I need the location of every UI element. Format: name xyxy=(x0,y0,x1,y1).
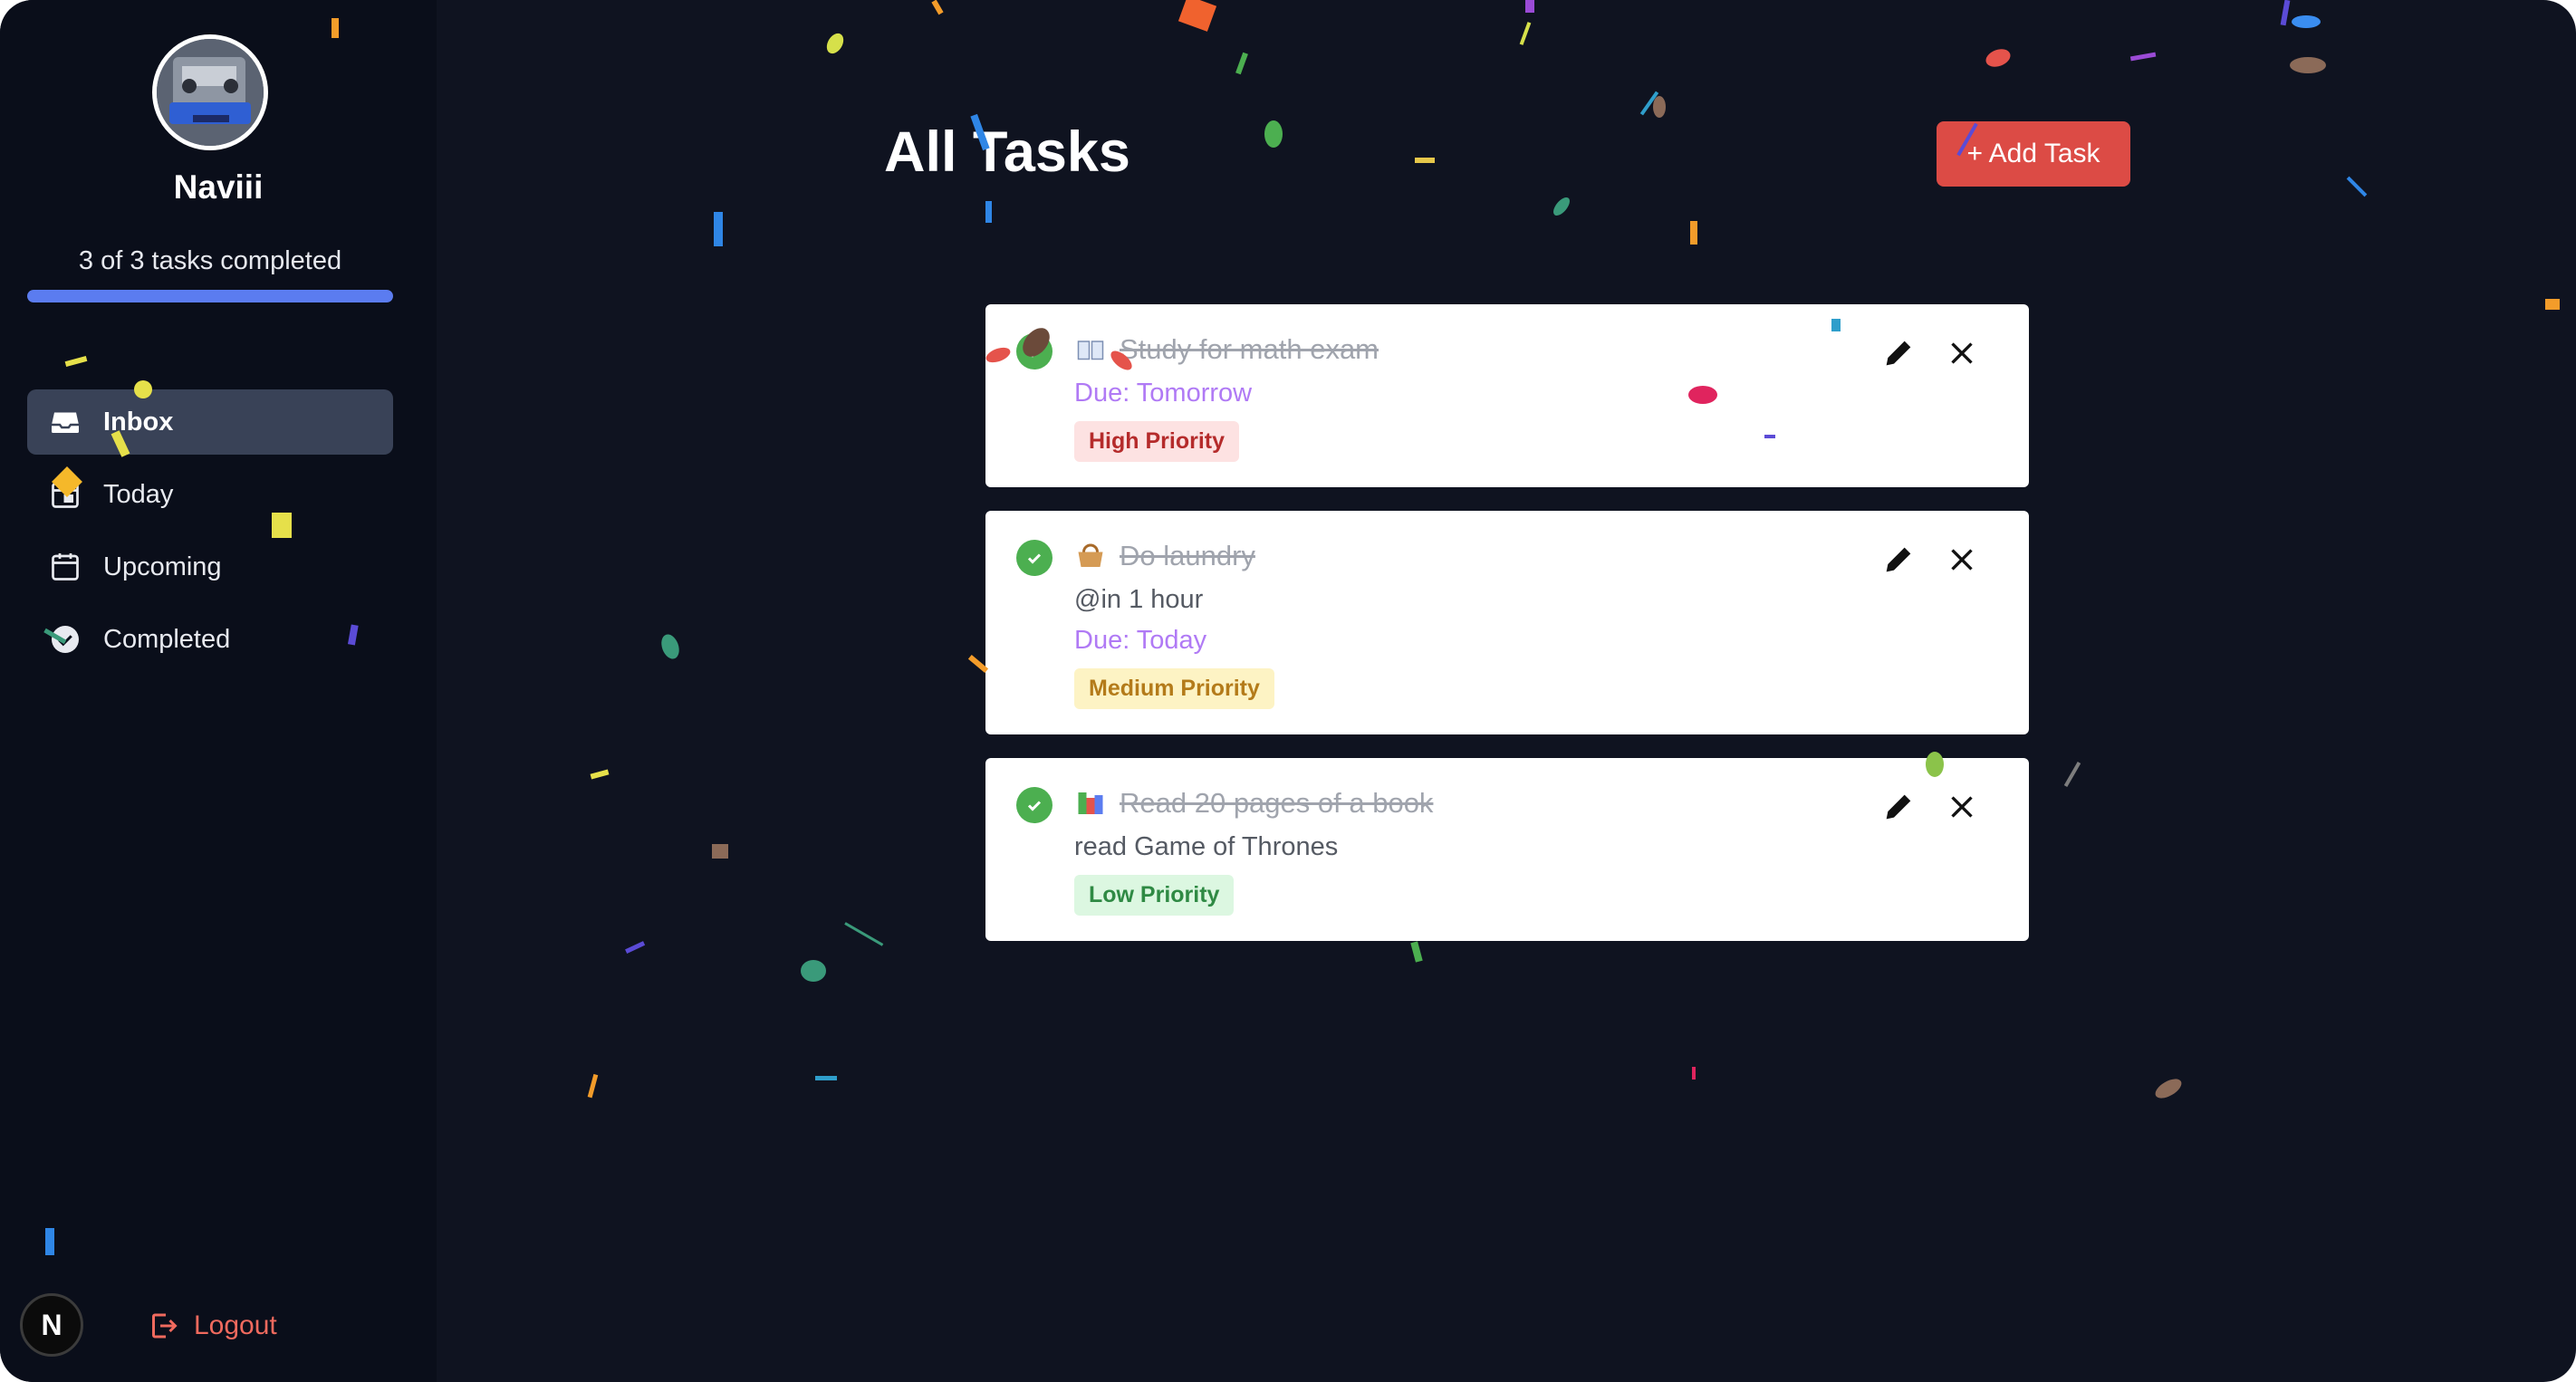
check-circle-icon xyxy=(49,623,82,656)
logout-label: Logout xyxy=(194,1310,277,1340)
progress-text: 3 of 3 tasks completed xyxy=(78,246,342,275)
sidebar-item-today[interactable]: Today xyxy=(27,462,393,527)
close-icon xyxy=(1951,549,1973,571)
task-due: Due: Today xyxy=(1074,626,1207,655)
books-icon xyxy=(1074,787,1107,820)
edit-task-button[interactable] xyxy=(1879,540,1918,580)
task-title-text: Study for math exam xyxy=(1120,333,1379,365)
priority-badge: High Priority xyxy=(1074,421,1240,462)
task-complete-checkbox[interactable] xyxy=(1016,540,1053,576)
add-task-button[interactable]: + Add Task xyxy=(1937,121,2130,187)
pencil-icon xyxy=(1886,794,1911,820)
pencil-icon xyxy=(1886,341,1911,366)
avatar[interactable] xyxy=(152,34,268,150)
sidebar-item-label: Inbox xyxy=(103,407,174,437)
inbox-icon xyxy=(49,406,82,438)
close-icon xyxy=(1951,342,1973,364)
task-description: @in 1 hour xyxy=(1074,585,1204,614)
task-complete-checkbox[interactable] xyxy=(1016,333,1053,369)
priority-badge: Low Priority xyxy=(1074,875,1235,916)
check-icon xyxy=(1027,553,1042,564)
app-window: Naviii 3 of 3 tasks completed Inbox Toda… xyxy=(0,0,2576,1382)
calendar-today-icon xyxy=(49,478,82,511)
edit-task-button[interactable] xyxy=(1879,333,1918,373)
edit-task-button[interactable] xyxy=(1879,787,1918,827)
calendar-icon xyxy=(49,551,82,583)
sidebar-item-completed[interactable]: Completed xyxy=(27,607,393,672)
username: Naviii xyxy=(173,168,264,206)
sidebar: Naviii 3 of 3 tasks completed Inbox Toda… xyxy=(0,0,437,1382)
page-title: All Tasks xyxy=(884,120,1130,184)
pencil-icon xyxy=(1886,547,1911,572)
delete-task-button[interactable] xyxy=(1942,540,1982,580)
sidebar-item-label: Today xyxy=(103,479,174,509)
progress-bar-fill xyxy=(27,290,393,302)
task-card: Do laundry @in 1 hour Due: Today Medium … xyxy=(985,511,2029,734)
dev-badge[interactable]: N xyxy=(20,1293,83,1357)
task-title-text: Read 20 pages of a book xyxy=(1120,787,1434,819)
logout-icon xyxy=(147,1310,179,1342)
sidebar-item-label: Completed xyxy=(103,624,231,654)
task-complete-checkbox[interactable] xyxy=(1016,787,1053,823)
task-description: read Game of Thrones xyxy=(1074,832,1339,861)
task-title-text: Do laundry xyxy=(1120,540,1255,571)
priority-badge: Medium Priority xyxy=(1074,668,1274,709)
sidebar-nav: Inbox Today Upcoming Completed xyxy=(27,389,393,679)
dev-badge-label: N xyxy=(41,1308,62,1341)
task-due: Due: Tomorrow xyxy=(1074,379,1253,408)
task-list: Study for math exam Due: Tomorrow High P… xyxy=(985,304,2029,965)
close-icon xyxy=(1951,796,1973,818)
check-icon xyxy=(1027,801,1042,811)
sidebar-item-upcoming[interactable]: Upcoming xyxy=(27,534,393,600)
sidebar-item-label: Upcoming xyxy=(103,552,222,581)
book-icon xyxy=(1074,333,1107,366)
sidebar-item-inbox[interactable]: Inbox xyxy=(27,389,393,455)
task-card: Read 20 pages of a book read Game of Thr… xyxy=(985,758,2029,941)
delete-task-button[interactable] xyxy=(1942,787,1982,827)
delete-task-button[interactable] xyxy=(1942,333,1982,373)
progress-bar xyxy=(27,290,393,302)
task-card: Study for math exam Due: Tomorrow High P… xyxy=(985,304,2029,487)
basket-icon xyxy=(1074,540,1107,572)
logout-button[interactable]: Logout xyxy=(147,1310,277,1342)
check-icon xyxy=(1027,347,1042,358)
